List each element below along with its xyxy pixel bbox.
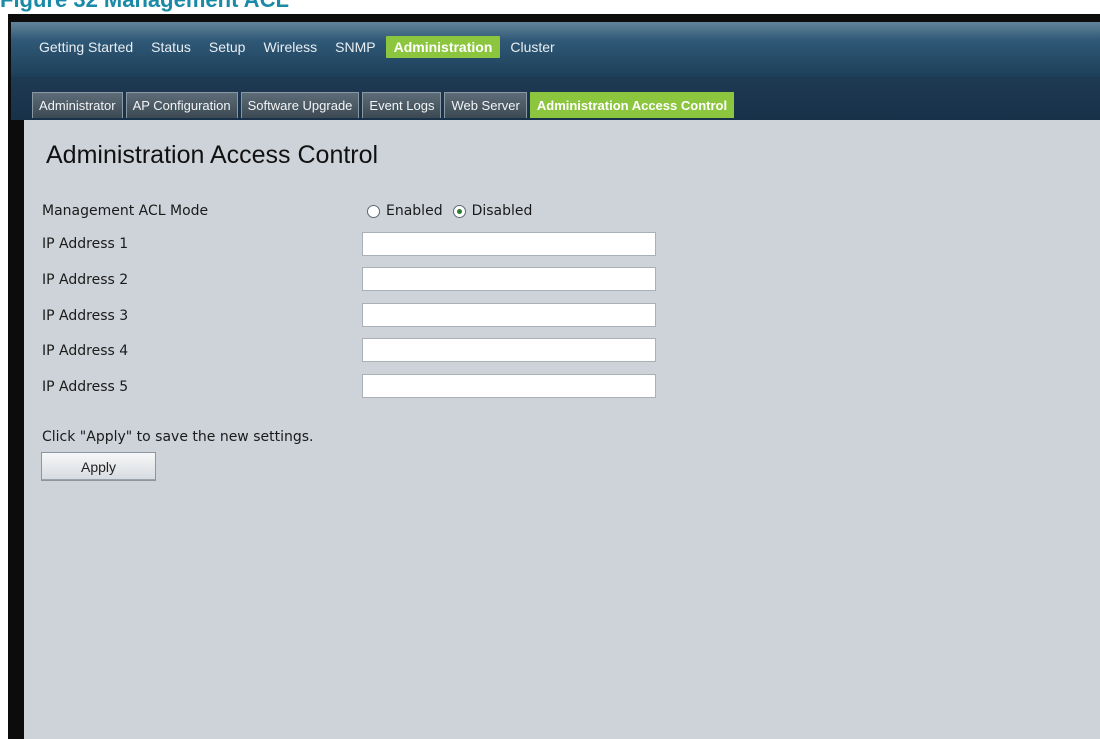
acl-mode-radio-group: Enabled Disabled <box>367 203 542 219</box>
page-title: Administration Access Control <box>46 141 379 169</box>
tab-software-upgrade[interactable]: Software Upgrade <box>240 92 360 118</box>
enabled-radio[interactable] <box>367 204 380 218</box>
nav-administration[interactable]: Administration <box>385 36 501 58</box>
enabled-radio-label[interactable]: Enabled <box>386 203 443 219</box>
ip-address-4-input[interactable] <box>362 338 656 362</box>
top-nav: Getting Started Status Setup Wireless SN… <box>31 35 565 59</box>
tab-ap-configuration[interactable]: AP Configuration <box>125 92 238 118</box>
acl-mode-label: Management ACL Mode <box>42 203 209 219</box>
apply-button[interactable]: Apply <box>41 452 156 481</box>
ip-address-5-label: IP Address 5 <box>42 379 129 395</box>
tab-event-logs[interactable]: Event Logs <box>362 92 442 118</box>
nav-getting-started[interactable]: Getting Started <box>31 36 141 58</box>
ip-address-3-label: IP Address 3 <box>42 308 129 324</box>
apply-hint: Click "Apply" to save the new settings. <box>42 429 314 445</box>
ip-address-2-input[interactable] <box>362 267 656 291</box>
figure-caption: Figure 32 Management ACL <box>0 0 289 12</box>
ip-address-2-label: IP Address 2 <box>42 272 129 288</box>
nav-setup[interactable]: Setup <box>201 36 254 58</box>
nav-wireless[interactable]: Wireless <box>255 36 325 58</box>
ip-address-3-input[interactable] <box>362 303 656 327</box>
nav-status[interactable]: Status <box>143 36 199 58</box>
disabled-radio[interactable] <box>452 204 466 218</box>
ip-address-1-input[interactable] <box>362 232 656 256</box>
disabled-radio-label[interactable]: Disabled <box>472 203 533 219</box>
nav-snmp[interactable]: SNMP <box>327 36 383 58</box>
ip-address-4-label: IP Address 4 <box>42 343 129 359</box>
nav-cluster[interactable]: Cluster <box>502 36 562 58</box>
tab-web-server[interactable]: Web Server <box>444 92 527 118</box>
sub-tabs: Administrator AP Configuration Software … <box>32 92 737 118</box>
ip-address-1-label: IP Address 1 <box>42 236 129 252</box>
tab-administrator[interactable]: Administrator <box>32 92 123 118</box>
ip-address-5-input[interactable] <box>362 374 656 398</box>
tab-administration-access-control[interactable]: Administration Access Control <box>529 92 735 118</box>
